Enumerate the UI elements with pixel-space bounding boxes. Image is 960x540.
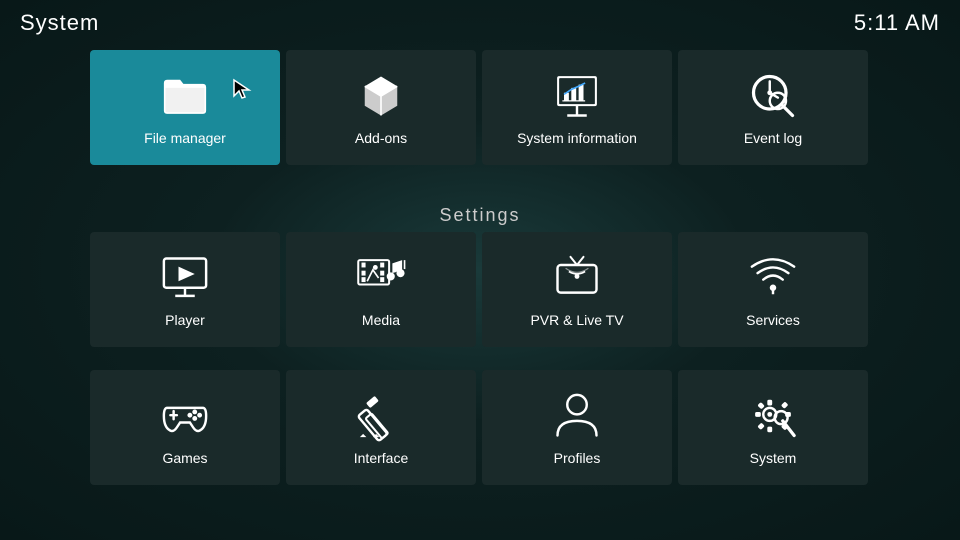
system-icon — [747, 390, 799, 442]
tile-label-player: Player — [165, 312, 205, 328]
tile-profiles[interactable]: Profiles — [482, 370, 672, 485]
tile-pvr-live-tv[interactable]: PVR & Live TV — [482, 232, 672, 347]
profiles-icon — [551, 390, 603, 442]
eventlog-icon — [747, 70, 799, 122]
media-icon — [355, 252, 407, 304]
games-icon — [159, 390, 211, 442]
folder-icon — [159, 70, 211, 122]
top-row: File manager Add-ons — [90, 50, 868, 165]
tile-label-system-information: System information — [517, 130, 637, 146]
tile-interface[interactable]: Interface — [286, 370, 476, 485]
pvr-icon — [551, 252, 603, 304]
sysinfo-icon — [551, 70, 603, 122]
tile-media[interactable]: Media — [286, 232, 476, 347]
tile-games[interactable]: Games — [90, 370, 280, 485]
tile-services[interactable]: Services — [678, 232, 868, 347]
tile-label-add-ons: Add-ons — [355, 130, 407, 146]
services-icon — [747, 252, 799, 304]
tile-player[interactable]: Player — [90, 232, 280, 347]
tile-system[interactable]: System — [678, 370, 868, 485]
tile-label-services: Services — [746, 312, 800, 328]
top-bar: System 5:11 AM — [0, 0, 960, 46]
grid-row-1: Player Me — [90, 232, 868, 347]
tile-event-log[interactable]: Event log — [678, 50, 868, 165]
tile-label-media: Media — [362, 312, 400, 328]
clock: 5:11 AM — [854, 10, 940, 36]
cursor-overlay — [232, 78, 252, 98]
player-icon — [159, 252, 211, 304]
app-title: System — [20, 10, 99, 36]
tile-label-event-log: Event log — [744, 130, 802, 146]
tile-label-interface: Interface — [354, 450, 408, 466]
grid-row-2: Games Interface Profiles — [90, 370, 868, 485]
tile-add-ons[interactable]: Add-ons — [286, 50, 476, 165]
tile-label-profiles: Profiles — [554, 450, 601, 466]
tile-system-information[interactable]: System information — [482, 50, 672, 165]
tile-label-pvr-live-tv: PVR & Live TV — [530, 312, 623, 328]
tile-label-system: System — [750, 450, 797, 466]
tile-file-manager[interactable]: File manager — [90, 50, 280, 165]
tile-label-file-manager: File manager — [144, 130, 226, 146]
settings-label: Settings — [0, 205, 960, 226]
tile-label-games: Games — [162, 450, 207, 466]
addons-icon — [355, 70, 407, 122]
interface-icon — [355, 390, 407, 442]
